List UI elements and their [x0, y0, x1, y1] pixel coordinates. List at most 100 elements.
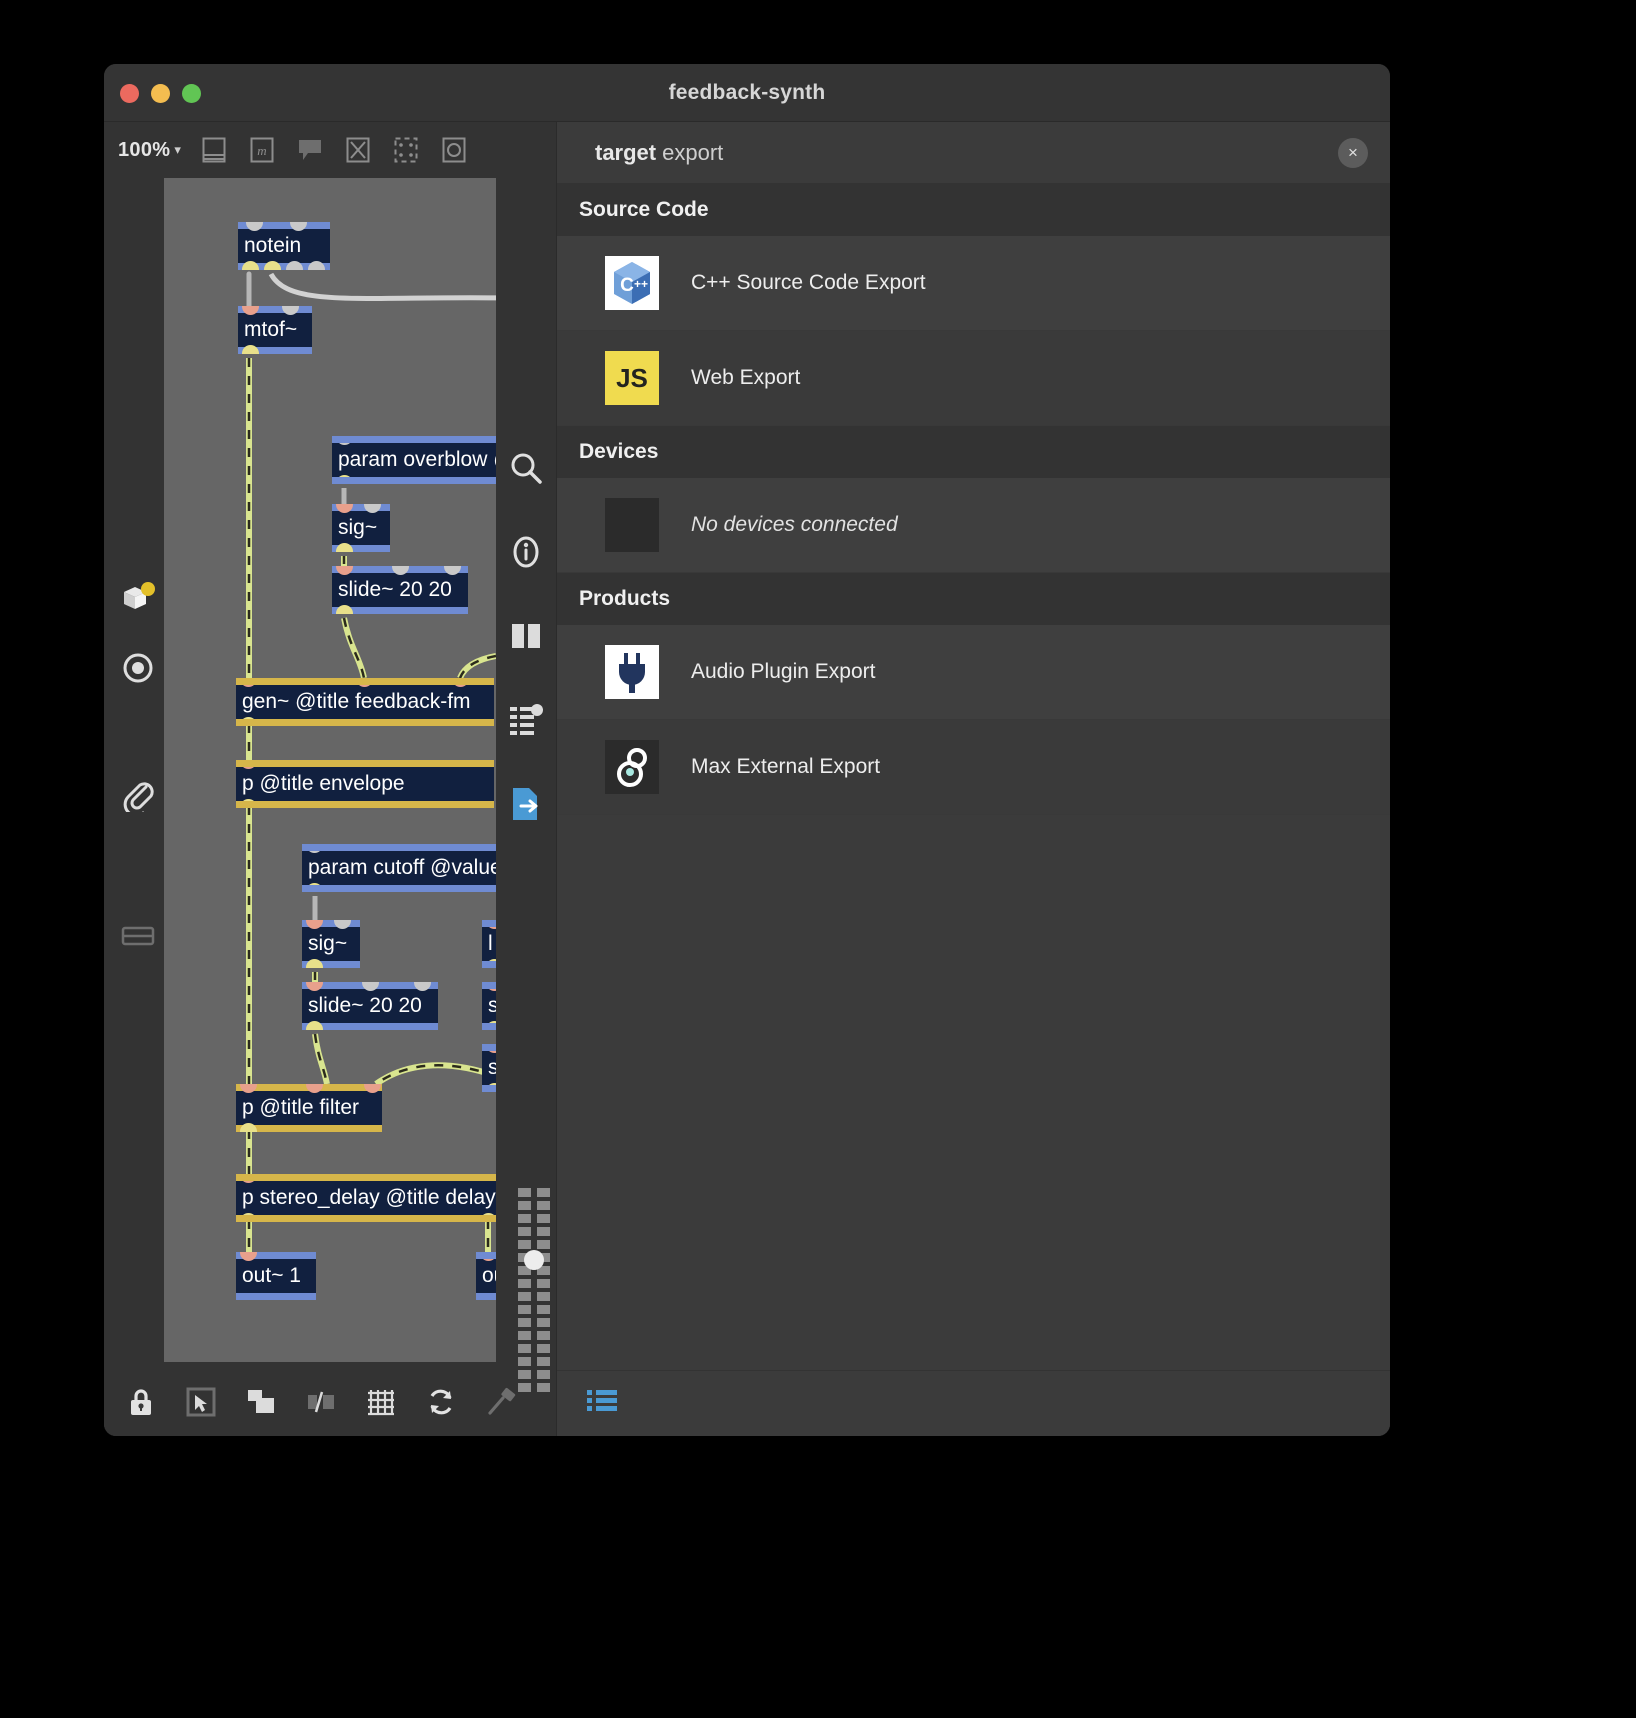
- plug-icon: [605, 645, 659, 699]
- edit-mode-icon[interactable]: [184, 1385, 218, 1419]
- object-text: p stereo_delay @title delay: [242, 1186, 496, 1209]
- minimize-window-button[interactable]: [151, 84, 170, 103]
- export-option-label: Web Export: [691, 366, 800, 390]
- patch-object-offscreen[interactable]: l: [482, 920, 496, 968]
- patch-object[interactable]: p @title filter: [236, 1084, 382, 1132]
- object-text: out~ 2: [482, 1264, 496, 1287]
- js-icon: JS: [605, 351, 659, 405]
- patch-object[interactable]: sig~: [302, 920, 360, 968]
- close-window-button[interactable]: [120, 84, 139, 103]
- patch-object[interactable]: slide~ 20 20: [332, 566, 468, 614]
- patch-object[interactable]: param overblow @value 0.5: [332, 436, 496, 484]
- export-option-cpp[interactable]: C ++ C++ Source Code Export: [557, 236, 1390, 331]
- object-text: gen~ @title feedback-fm: [242, 690, 471, 713]
- left-sidebar: [104, 178, 164, 1368]
- window-title: feedback-synth: [104, 81, 1390, 105]
- inspector-icon[interactable]: [199, 134, 229, 166]
- patch-object[interactable]: out~ 2: [476, 1252, 496, 1300]
- export-option-label: Max External Export: [691, 755, 880, 779]
- cpp-icon: C ++: [605, 256, 659, 310]
- chevron-down-icon: ▾: [174, 142, 181, 158]
- export-option-label: C++ Source Code Export: [691, 271, 926, 295]
- devices-empty-row: No devices connected: [557, 478, 1390, 573]
- paperclip-icon[interactable]: [116, 772, 160, 816]
- signal-probe-icon[interactable]: [304, 1385, 338, 1419]
- close-icon: ×: [1348, 144, 1358, 161]
- presentation-mode-icon[interactable]: [244, 1385, 278, 1419]
- refresh-icon[interactable]: [424, 1385, 458, 1419]
- patch-object-offscreen[interactable]: s: [482, 1044, 496, 1092]
- section-header-products: Products: [557, 573, 1390, 625]
- patch-object[interactable]: out~ 1: [236, 1252, 316, 1300]
- patcher-bottom-toolbar: [104, 1368, 556, 1436]
- meter-channel-right: [537, 1188, 550, 1396]
- title-bar: feedback-synth: [104, 64, 1390, 122]
- patch-object[interactable]: slide~ 20 20: [302, 982, 438, 1030]
- object-text: s: [488, 1056, 496, 1079]
- object-text: param cutoff @value 2000: [308, 856, 496, 879]
- export-option-max-external[interactable]: Max External Export: [557, 720, 1390, 815]
- patcher-pane: 100% ▾ m: [104, 122, 556, 1436]
- max-console-icon[interactable]: m: [247, 134, 277, 166]
- patch-object[interactable]: gen~ @title feedback-fm: [236, 678, 494, 726]
- zoom-selector[interactable]: 100% ▾: [118, 139, 181, 162]
- patch-object[interactable]: sig~: [332, 504, 390, 552]
- export-panel: targetexport × Source Code: [556, 122, 1390, 1436]
- object-text: sig~: [338, 516, 377, 539]
- object-text: mtof~: [244, 318, 297, 341]
- export-panel-header: targetexport ×: [557, 122, 1390, 184]
- target-label: target: [595, 140, 656, 165]
- traffic-lights: [120, 84, 201, 103]
- target-icon[interactable]: [116, 646, 160, 690]
- list-icon[interactable]: [587, 1388, 617, 1419]
- export-option-label: Audio Plugin Export: [691, 660, 875, 684]
- patch-object[interactable]: mtof~: [238, 306, 312, 354]
- export-icon[interactable]: [504, 782, 548, 826]
- patcher-side-toolbar: [496, 178, 556, 1368]
- parameters-icon[interactable]: [504, 698, 548, 742]
- section-header-devices: Devices: [557, 426, 1390, 478]
- lock-icon[interactable]: [124, 1385, 158, 1419]
- drawer-icon[interactable]: [116, 914, 160, 958]
- js-icon-text: JS: [616, 363, 648, 394]
- delete-icon[interactable]: [343, 134, 373, 166]
- patch-object[interactable]: p @title envelope: [236, 760, 494, 808]
- patcher-canvas[interactable]: notein mtof~ param overblow @value 0.5: [164, 178, 496, 1362]
- export-panel-body: Source Code C ++ C++ Source Code Export: [557, 184, 1390, 1370]
- export-label: export: [662, 140, 723, 165]
- grid-icon[interactable]: [364, 1385, 398, 1419]
- window-body: 100% ▾ m: [104, 122, 1390, 1436]
- canvas-wrapper: notein mtof~ param overblow @value 0.5: [104, 178, 496, 1368]
- svg-text:C: C: [620, 275, 634, 296]
- section-title: Source Code: [579, 198, 709, 222]
- app-window: feedback-synth 100% ▾ m: [104, 64, 1390, 1436]
- export-option-web[interactable]: JS Web Export: [557, 331, 1390, 426]
- object-text: s: [488, 994, 496, 1017]
- section-title: Products: [579, 587, 670, 611]
- volume-slider-knob[interactable]: [524, 1250, 544, 1270]
- patch-object[interactable]: notein: [238, 222, 330, 270]
- maximize-window-button[interactable]: [182, 84, 201, 103]
- export-option-audio-plugin[interactable]: Audio Plugin Export: [557, 625, 1390, 720]
- columns-icon[interactable]: [504, 614, 548, 658]
- patch-object[interactable]: param cutoff @value 2000: [302, 844, 496, 892]
- devices-empty-label: No devices connected: [691, 513, 898, 537]
- max-external-icon: [605, 740, 659, 794]
- comment-icon[interactable]: [295, 134, 325, 166]
- export-panel-title: targetexport: [595, 140, 723, 166]
- object-text: slide~ 20 20: [308, 994, 422, 1017]
- search-icon[interactable]: [504, 446, 548, 490]
- patch-object[interactable]: p stereo_delay @title delay: [236, 1174, 496, 1222]
- patcher-toolbar: 100% ▾ m: [104, 122, 556, 178]
- package-manager-icon[interactable]: [116, 576, 160, 620]
- object-text: param overblow @value 0.5: [338, 448, 496, 471]
- info-icon[interactable]: [504, 530, 548, 574]
- patch-object-offscreen[interactable]: s: [482, 982, 496, 1030]
- selection-icon[interactable]: [391, 134, 421, 166]
- audio-meter[interactable]: [512, 1188, 556, 1398]
- circle-object-icon[interactable]: [439, 134, 469, 166]
- section-header-source-code: Source Code: [557, 184, 1390, 236]
- svg-text:++: ++: [634, 277, 648, 291]
- close-panel-button[interactable]: ×: [1338, 138, 1368, 168]
- object-text: notein: [244, 234, 301, 257]
